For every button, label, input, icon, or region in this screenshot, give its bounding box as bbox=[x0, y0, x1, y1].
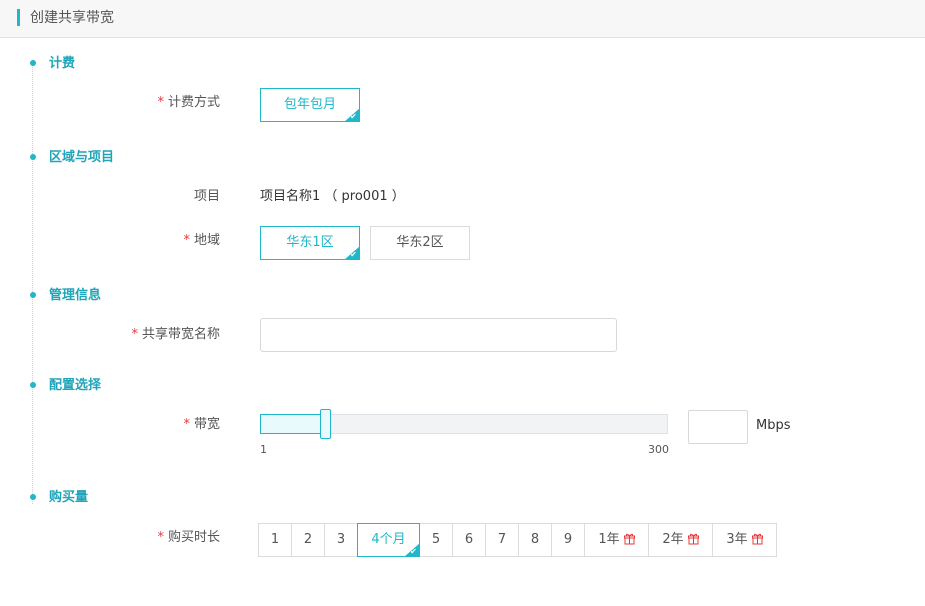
section-timeline bbox=[32, 64, 33, 504]
duration-option[interactable]: 7 bbox=[485, 523, 519, 557]
section-title-purchase: 购买量 bbox=[49, 490, 89, 505]
section-dot bbox=[30, 494, 36, 500]
duration-option[interactable]: 2年 bbox=[648, 523, 713, 557]
section-title-management: 管理信息 bbox=[49, 288, 102, 303]
section-dot bbox=[30, 154, 36, 160]
duration-option[interactable]: 2 bbox=[291, 523, 325, 557]
project-value: 项目名称1 （ pro001 ） bbox=[260, 189, 405, 204]
section-dot bbox=[30, 292, 36, 298]
check-icon: ✔ bbox=[350, 250, 357, 259]
section-title-region: 区域与项目 bbox=[49, 150, 115, 165]
duration-option[interactable]: 1 bbox=[258, 523, 292, 557]
duration-option[interactable]: 3 bbox=[324, 523, 358, 557]
check-icon: ✔ bbox=[410, 547, 417, 556]
bandwidth-name-input[interactable] bbox=[260, 318, 617, 352]
section-title-billing: 计费 bbox=[49, 56, 76, 71]
duration-option[interactable]: 9 bbox=[551, 523, 585, 557]
bandwidth-label: * 带宽 bbox=[183, 417, 220, 432]
page-title: 创建共享带宽 bbox=[30, 10, 114, 26]
page-header: 创建共享带宽 bbox=[0, 0, 925, 38]
duration-option-selected[interactable]: 4个月 ✔ bbox=[357, 523, 420, 557]
section-title-config: 配置选择 bbox=[49, 378, 102, 393]
title-accent-bar bbox=[17, 9, 20, 26]
gift-icon bbox=[687, 533, 699, 544]
slider-min-label: 1 bbox=[260, 443, 267, 456]
billing-option-prepaid[interactable]: 包年包月 ✔ bbox=[260, 88, 360, 122]
duration-label: * 购买时长 bbox=[157, 530, 220, 545]
section-dot bbox=[30, 382, 36, 388]
project-label: 项目 bbox=[193, 189, 220, 204]
duration-option[interactable]: 3年 bbox=[712, 523, 777, 557]
duration-option[interactable]: 8 bbox=[518, 523, 552, 557]
check-icon: ✔ bbox=[350, 112, 357, 121]
duration-option[interactable]: 1年 bbox=[584, 523, 649, 557]
section-dot bbox=[30, 60, 36, 66]
bandwidth-slider-fill bbox=[260, 414, 326, 434]
gift-icon bbox=[751, 533, 763, 544]
region-option-east1[interactable]: 华东1区 ✔ bbox=[260, 226, 360, 260]
bandwidth-unit: Mbps bbox=[756, 418, 791, 433]
slider-max-label: 300 bbox=[648, 443, 669, 456]
region-option-east2[interactable]: 华东2区 bbox=[370, 226, 470, 260]
bandwidth-slider-handle[interactable] bbox=[320, 409, 331, 439]
duration-selector: 1 2 3 4个月 ✔ 5 6 7 8 9 1年 2年 3年 bbox=[258, 523, 777, 557]
bandwidth-name-label: * 共享带宽名称 bbox=[131, 327, 220, 342]
bandwidth-value-input[interactable] bbox=[688, 410, 748, 444]
region-label: * 地域 bbox=[183, 233, 220, 248]
gift-icon bbox=[623, 533, 635, 544]
billing-label: * 计费方式 bbox=[157, 95, 220, 110]
duration-option[interactable]: 6 bbox=[452, 523, 486, 557]
duration-option[interactable]: 5 bbox=[419, 523, 453, 557]
